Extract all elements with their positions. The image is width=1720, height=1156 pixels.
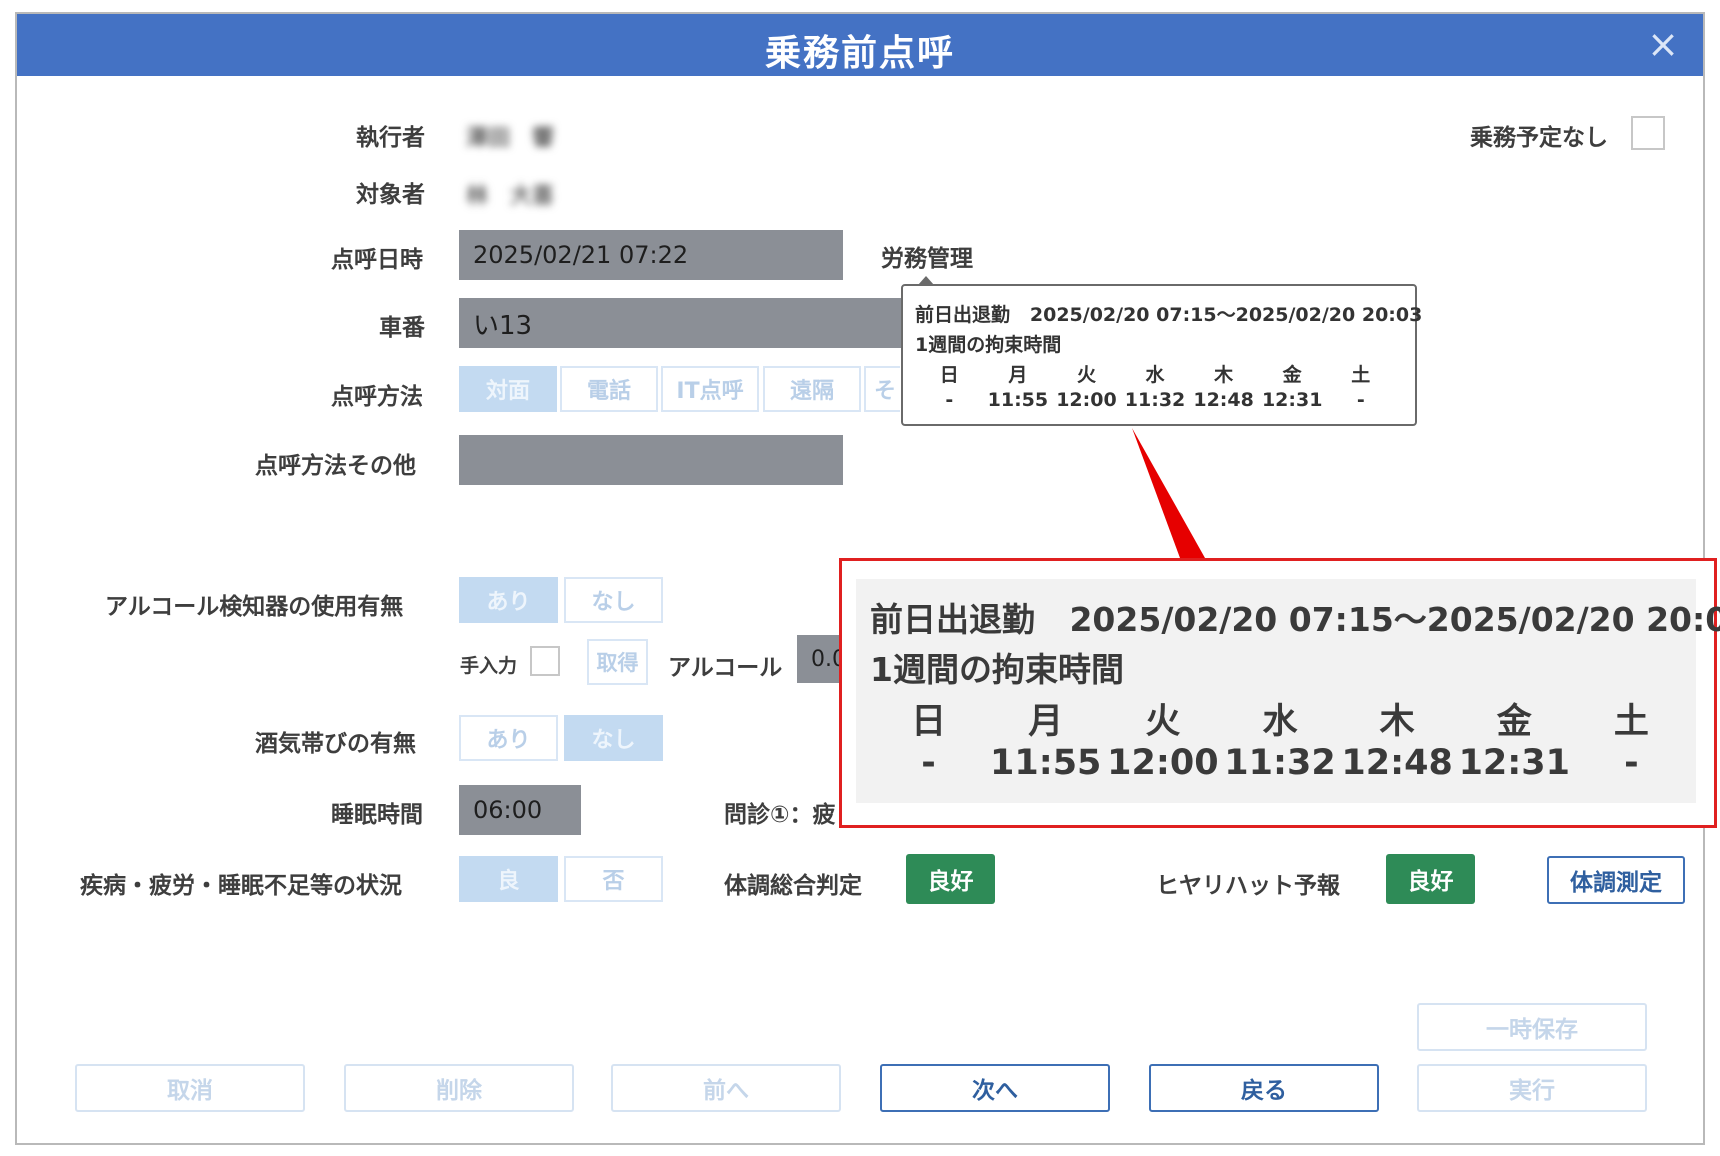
temp-save-button[interactable]: 一時保存: [1417, 1003, 1647, 1051]
cancel-button[interactable]: 取消: [75, 1064, 305, 1112]
zoom-hour: -: [921, 743, 936, 783]
zoom-weekly-label: 1週間の拘束時間: [870, 650, 1124, 689]
zoom-hour: -: [1624, 743, 1639, 783]
zoom-hours-row: - 11:55 12:00 11:32 12:48 12:31 -: [870, 743, 1690, 783]
zoomed-tooltip-body: 前日出退勤 2025/02/20 07:15～2025/02/20 20:03 …: [856, 579, 1720, 803]
zoom-day: 月: [1028, 702, 1064, 742]
zoom-day: 金: [1496, 702, 1532, 742]
next-button[interactable]: 次へ: [880, 1064, 1110, 1112]
prev-button[interactable]: 前へ: [611, 1064, 841, 1112]
zoom-day: 日: [911, 702, 947, 742]
zoom-hour: 11:55: [990, 743, 1102, 783]
zoom-prev-day-line: 前日出退勤 2025/02/20 07:15～2025/02/20 20:03: [870, 593, 1720, 641]
zoomed-tooltip-callout: 前日出退勤 2025/02/20 07:15～2025/02/20 20:03 …: [839, 558, 1720, 828]
zoom-day: 火: [1145, 702, 1181, 742]
zoom-day: 木: [1379, 702, 1415, 742]
zoom-hour: 12:31: [1458, 743, 1570, 783]
back-button[interactable]: 戻る: [1149, 1064, 1379, 1112]
zoom-hour: 12:48: [1341, 743, 1453, 783]
zoom-prev-day-label: 前日出退勤: [870, 600, 1035, 639]
zoom-prev-day-range: 2025/02/20 07:15～2025/02/20 20:03: [1069, 600, 1720, 639]
zoom-hour: 12:00: [1107, 743, 1219, 783]
zoom-hour: 11:32: [1224, 743, 1336, 783]
zoom-day: 水: [1262, 702, 1298, 742]
delete-button[interactable]: 削除: [344, 1064, 574, 1112]
zoom-day: 土: [1613, 702, 1649, 742]
execute-button[interactable]: 実行: [1417, 1064, 1647, 1112]
zoom-days-row: 日 月 火 水 木 金 土: [870, 693, 1690, 744]
